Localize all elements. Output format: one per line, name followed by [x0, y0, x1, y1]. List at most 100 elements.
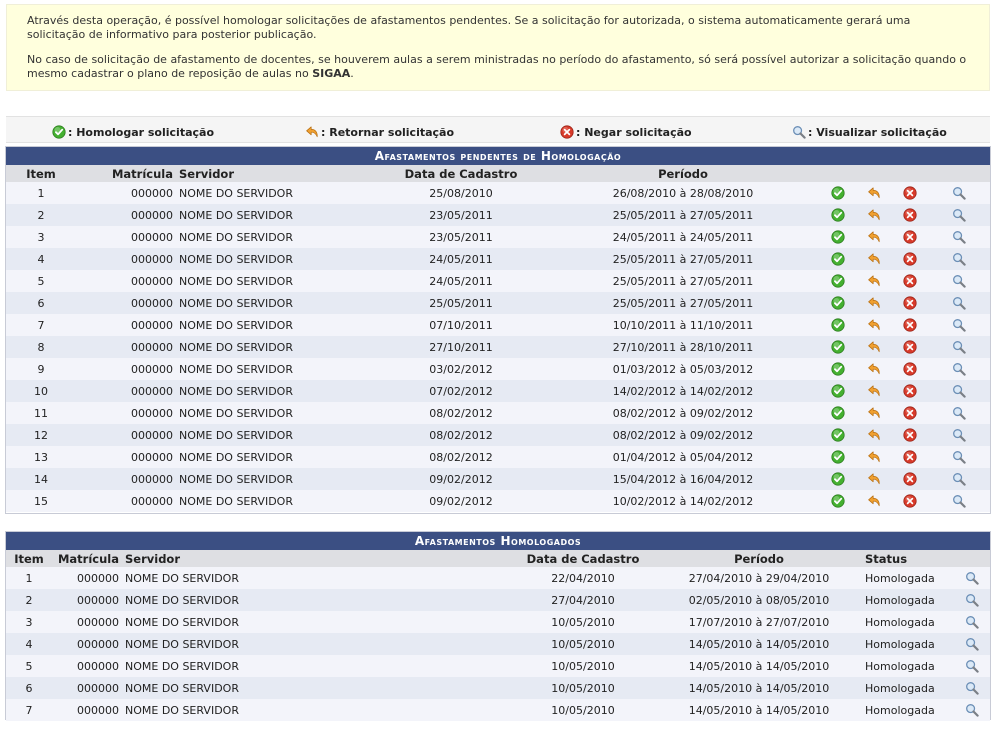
approve-button[interactable]	[820, 490, 856, 512]
approve-button[interactable]	[820, 248, 856, 270]
view-button[interactable]	[954, 699, 990, 721]
view-button[interactable]	[928, 402, 990, 424]
check-circle-icon[interactable]	[831, 450, 845, 464]
magnifier-icon[interactable]	[952, 274, 966, 288]
view-button[interactable]	[928, 248, 990, 270]
magnifier-icon[interactable]	[952, 340, 966, 354]
magnifier-icon[interactable]	[952, 384, 966, 398]
return-arrow-icon[interactable]	[867, 362, 881, 376]
deny-button[interactable]	[892, 446, 928, 468]
view-button[interactable]	[928, 226, 990, 248]
check-circle-icon[interactable]	[831, 428, 845, 442]
view-button[interactable]	[928, 204, 990, 226]
return-button[interactable]	[856, 204, 892, 226]
deny-button[interactable]	[892, 270, 928, 292]
view-button[interactable]	[928, 468, 990, 490]
deny-button[interactable]	[892, 226, 928, 248]
return-button[interactable]	[856, 468, 892, 490]
return-button[interactable]	[856, 424, 892, 446]
magnifier-icon[interactable]	[965, 703, 979, 717]
view-button[interactable]	[954, 655, 990, 677]
check-circle-icon[interactable]	[831, 230, 845, 244]
view-button[interactable]	[928, 490, 990, 512]
return-arrow-icon[interactable]	[867, 186, 881, 200]
magnifier-icon[interactable]	[965, 615, 979, 629]
check-circle-icon[interactable]	[831, 274, 845, 288]
magnifier-icon[interactable]	[952, 208, 966, 222]
return-arrow-icon[interactable]	[867, 274, 881, 288]
view-button[interactable]	[928, 446, 990, 468]
check-circle-icon[interactable]	[831, 296, 845, 310]
check-circle-icon[interactable]	[831, 494, 845, 508]
magnifier-icon[interactable]	[965, 659, 979, 673]
check-circle-icon[interactable]	[831, 318, 845, 332]
deny-button[interactable]	[892, 248, 928, 270]
return-arrow-icon[interactable]	[867, 296, 881, 310]
deny-button[interactable]	[892, 336, 928, 358]
x-circle-icon[interactable]	[903, 340, 917, 354]
x-circle-icon[interactable]	[903, 252, 917, 266]
view-button[interactable]	[954, 567, 990, 589]
magnifier-icon[interactable]	[965, 681, 979, 695]
return-arrow-icon[interactable]	[867, 318, 881, 332]
view-button[interactable]	[928, 424, 990, 446]
view-button[interactable]	[928, 380, 990, 402]
return-button[interactable]	[856, 270, 892, 292]
deny-button[interactable]	[892, 358, 928, 380]
approve-button[interactable]	[820, 424, 856, 446]
x-circle-icon[interactable]	[903, 384, 917, 398]
deny-button[interactable]	[892, 490, 928, 512]
return-arrow-icon[interactable]	[867, 494, 881, 508]
return-button[interactable]	[856, 292, 892, 314]
return-button[interactable]	[856, 380, 892, 402]
return-arrow-icon[interactable]	[867, 384, 881, 398]
check-circle-icon[interactable]	[831, 384, 845, 398]
x-circle-icon[interactable]	[903, 230, 917, 244]
approve-button[interactable]	[820, 446, 856, 468]
magnifier-icon[interactable]	[965, 593, 979, 607]
view-button[interactable]	[928, 270, 990, 292]
return-button[interactable]	[856, 358, 892, 380]
x-circle-icon[interactable]	[903, 296, 917, 310]
deny-button[interactable]	[892, 292, 928, 314]
approve-button[interactable]	[820, 380, 856, 402]
magnifier-icon[interactable]	[952, 230, 966, 244]
return-arrow-icon[interactable]	[867, 472, 881, 486]
deny-button[interactable]	[892, 314, 928, 336]
magnifier-icon[interactable]	[965, 571, 979, 585]
view-button[interactable]	[954, 633, 990, 655]
magnifier-icon[interactable]	[952, 318, 966, 332]
return-button[interactable]	[856, 402, 892, 424]
approve-button[interactable]	[820, 314, 856, 336]
return-button[interactable]	[856, 336, 892, 358]
x-circle-icon[interactable]	[903, 450, 917, 464]
approve-button[interactable]	[820, 270, 856, 292]
view-button[interactable]	[928, 292, 990, 314]
x-circle-icon[interactable]	[903, 494, 917, 508]
check-circle-icon[interactable]	[831, 406, 845, 420]
x-circle-icon[interactable]	[903, 274, 917, 288]
check-circle-icon[interactable]	[831, 186, 845, 200]
view-button[interactable]	[954, 589, 990, 611]
approve-button[interactable]	[820, 292, 856, 314]
return-arrow-icon[interactable]	[867, 406, 881, 420]
return-arrow-icon[interactable]	[867, 252, 881, 266]
view-button[interactable]	[928, 314, 990, 336]
view-button[interactable]	[928, 336, 990, 358]
check-circle-icon[interactable]	[831, 340, 845, 354]
x-circle-icon[interactable]	[903, 208, 917, 222]
x-circle-icon[interactable]	[903, 362, 917, 376]
check-circle-icon[interactable]	[831, 208, 845, 222]
magnifier-icon[interactable]	[952, 186, 966, 200]
approve-button[interactable]	[820, 336, 856, 358]
x-circle-icon[interactable]	[903, 318, 917, 332]
approve-button[interactable]	[820, 226, 856, 248]
view-button[interactable]	[928, 182, 990, 204]
magnifier-icon[interactable]	[952, 494, 966, 508]
magnifier-icon[interactable]	[965, 637, 979, 651]
view-button[interactable]	[954, 677, 990, 699]
approve-button[interactable]	[820, 468, 856, 490]
approve-button[interactable]	[820, 182, 856, 204]
check-circle-icon[interactable]	[831, 472, 845, 486]
view-button[interactable]	[954, 611, 990, 633]
